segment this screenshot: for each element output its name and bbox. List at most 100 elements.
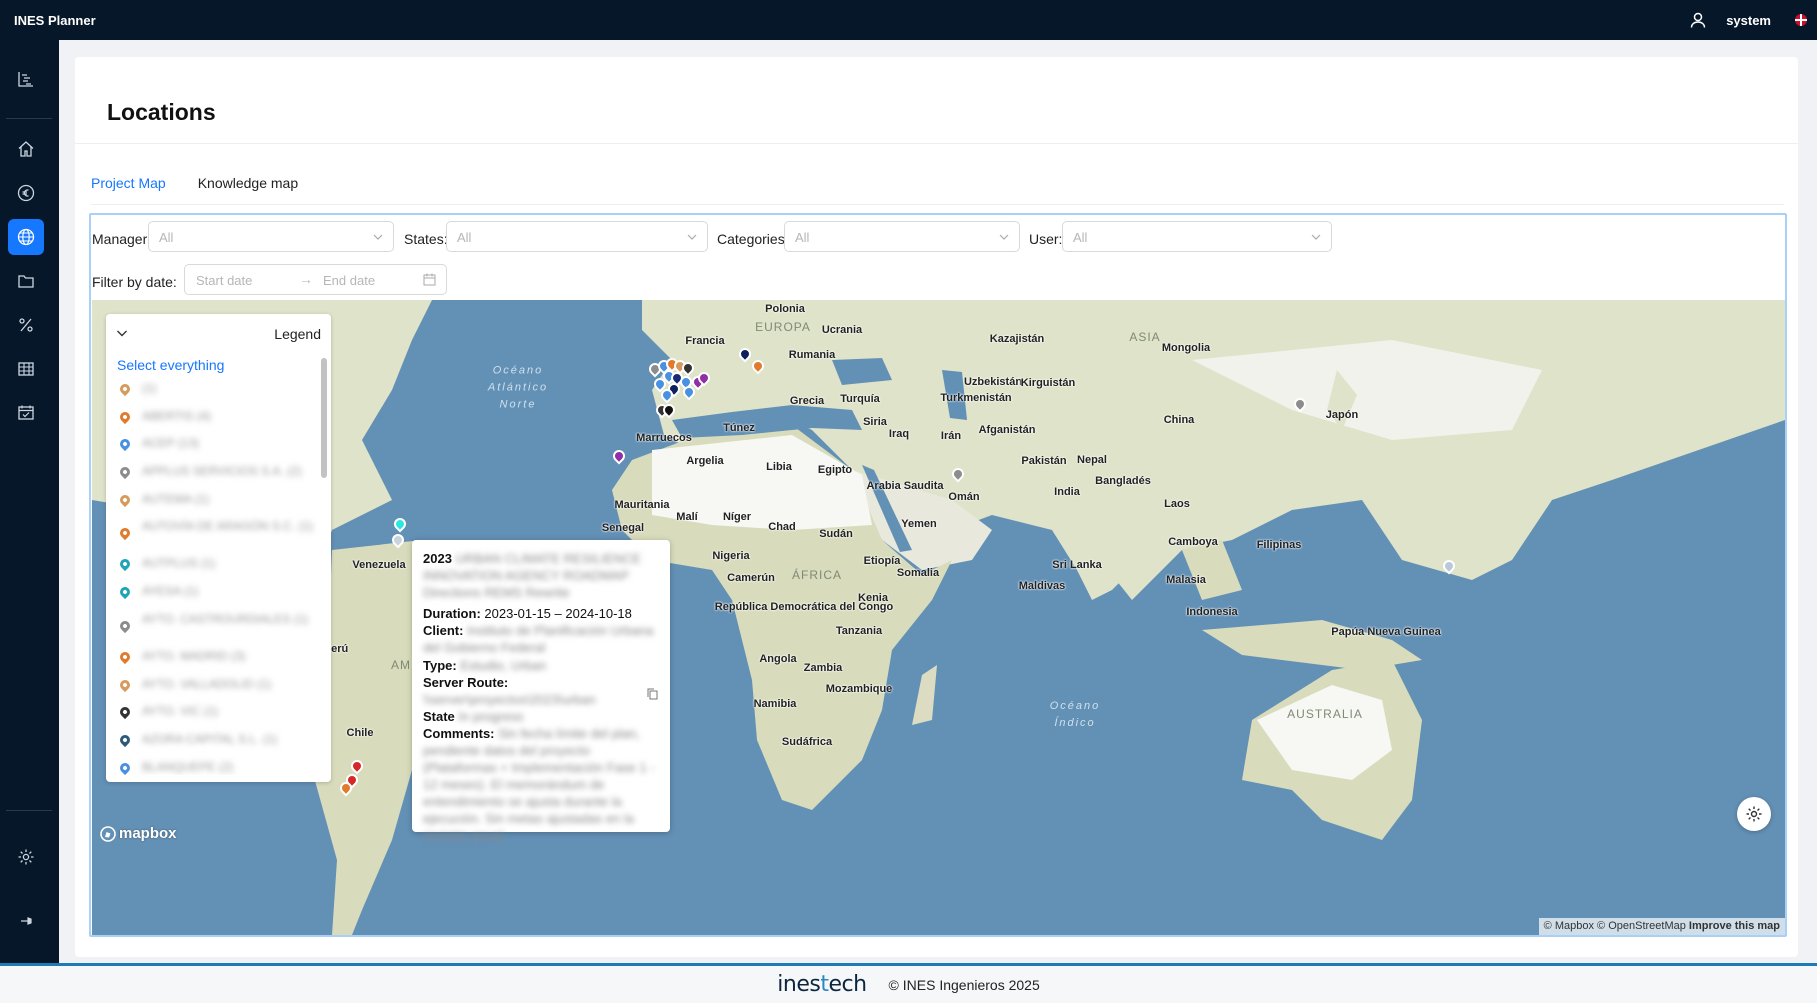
legend-item[interactable]: AZORA CAPITAL S.L. (1) — [118, 731, 318, 759]
legend-item-label: AYTO. CASTROURDIALES (1) — [142, 611, 309, 626]
popup-route-label: Server Route: — [423, 675, 509, 690]
legend-item-label: AUTEMA (1) — [142, 491, 210, 506]
mapbox-logo[interactable]: mapbox — [100, 825, 177, 842]
top-bar: INES Planner system — [0, 0, 1817, 40]
tab-project-map[interactable]: Project Map — [91, 175, 166, 215]
date-filter-label: Filter by date: — [92, 274, 177, 290]
legend-item[interactable]: BLANQUEPE (2) — [118, 759, 318, 775]
sidebar-settings-icon[interactable] — [8, 839, 44, 875]
country-label: Túnez — [723, 422, 755, 434]
popup-route-value: \\server\proyectos\2023\urban — [423, 692, 596, 707]
map-settings-button[interactable] — [1737, 797, 1771, 831]
popup-client-label: Client: — [423, 623, 464, 638]
copy-icon[interactable] — [647, 688, 658, 700]
country-label: Níger — [722, 511, 752, 523]
mapbox-logo-icon — [100, 825, 116, 842]
sidebar-folder-icon[interactable] — [8, 263, 44, 299]
chevron-down-icon[interactable] — [116, 327, 128, 339]
legend-item[interactable]: AYTO. VIC (1) — [118, 703, 318, 731]
legend-item-label: AUTPLUS (1) — [142, 556, 216, 571]
select-everything-link[interactable]: Select everything — [117, 357, 224, 373]
ocean-label-indian: Océano Índico — [1049, 700, 1101, 729]
popup-project-name: URBAN CLIMATE RESILIENCE INNOVATION AGEN… — [423, 551, 641, 600]
popup-comments: Comments: Sin fecha límite del plan, pen… — [423, 725, 659, 844]
attribution-osm-link[interactable]: © OpenStreetMap — [1597, 920, 1686, 932]
sidebar-gantt-icon[interactable] — [8, 61, 44, 97]
map-pin-icon — [118, 677, 133, 692]
legend-item-label: (1) — [142, 381, 157, 395]
end-date-input[interactable]: End date — [323, 273, 375, 288]
legend-item[interactable]: ACEP (13) — [118, 435, 318, 463]
country-label: Camboya — [1168, 536, 1218, 548]
manager-select[interactable]: All — [148, 221, 394, 252]
popup-year: 2023 — [423, 551, 452, 566]
country-label: Venezuela — [352, 559, 406, 571]
popup-duration-label: Duration: — [423, 606, 481, 621]
country-label: Papúa Nueva Guinea — [1331, 626, 1441, 638]
categories-select[interactable]: All — [784, 221, 1020, 252]
country-label: Marruecos — [636, 432, 692, 444]
tab-knowledge-map[interactable]: Knowledge map — [198, 175, 298, 215]
legend-item[interactable]: (1) — [118, 380, 318, 408]
legend-item[interactable]: APPLUS SERVICIOS S.A. (2) — [118, 463, 318, 491]
legend-item[interactable]: AYESA (1) — [118, 583, 318, 611]
country-label: Rumania — [788, 349, 836, 361]
date-range-picker[interactable]: Start date → End date — [184, 264, 447, 295]
sidebar-home-icon[interactable] — [8, 131, 44, 167]
country-label: Chad — [768, 521, 796, 533]
legend-item[interactable]: AUTPLUS (1) — [118, 555, 318, 583]
popup-title: 2023 URBAN CLIMATE RESILIENCE INNOVATION… — [423, 550, 659, 601]
country-label: Laos — [1164, 498, 1190, 510]
popup-type: Type: Estudio, Urban — [423, 657, 546, 674]
categories-label: Categories: — [717, 231, 789, 247]
country-label: Zambia — [803, 662, 843, 674]
country-label: Turquía — [840, 393, 880, 405]
map-pin-icon — [118, 437, 133, 452]
map-legend: Legend Select everything (1) ABERTIS (4)… — [106, 314, 331, 782]
legend-item[interactable]: AYTO. VALLADOLID (1) — [118, 676, 318, 704]
sidebar-euro-icon[interactable] — [8, 175, 44, 211]
legend-item[interactable]: AYTO. MADRID (3) — [118, 648, 318, 676]
country-label: Kenia — [858, 592, 888, 604]
popup-state-value: In progress — [458, 709, 524, 724]
user-select-value: All — [1073, 230, 1088, 245]
states-select[interactable]: All — [446, 221, 708, 252]
improve-map-link[interactable]: Improve this map — [1689, 920, 1780, 932]
sidebar-globe-icon[interactable] — [8, 219, 44, 255]
map-pin-icon — [118, 557, 133, 572]
sidebar-table-icon[interactable] — [8, 351, 44, 387]
map-pin-icon — [118, 649, 133, 664]
legend-item-label: AYTO. VIC (1) — [142, 704, 219, 719]
popup-comments-label: Comments: — [423, 726, 495, 741]
legend-item[interactable]: AUTOVÍA DE ARAGÓN S.C. (1) — [118, 518, 318, 555]
country-label: Sri Lanka — [1052, 559, 1102, 571]
user-icon[interactable] — [1690, 12, 1706, 28]
country-label: Malasia — [1166, 574, 1206, 586]
legend-item-label: AYTO. MADRID (3) — [142, 648, 246, 663]
legend-item[interactable]: AUTEMA (1) — [118, 491, 318, 519]
world-map[interactable]: Océano Atlántico Norte Océano Índico Poloni… — [92, 300, 1785, 935]
legend-item[interactable]: ABERTIS (4) — [118, 408, 318, 436]
map-pin-icon — [118, 585, 133, 600]
sidebar-collapse-pin-icon[interactable] — [8, 903, 44, 939]
country-label: Somalia — [896, 567, 940, 579]
map-pin-icon — [118, 464, 133, 480]
country-label: Egipto — [817, 464, 853, 476]
map-pin-icon — [118, 705, 133, 720]
start-date-input[interactable]: Start date — [196, 273, 252, 288]
user-select[interactable]: All — [1062, 221, 1332, 252]
project-popup: 2023 URBAN CLIMATE RESILIENCE INNOVATION… — [412, 540, 670, 843]
map-pin-icon — [118, 732, 133, 747]
sidebar-divider — [6, 810, 52, 811]
language-flag-icon[interactable] — [1795, 14, 1807, 26]
map-attribution: © Mapbox © OpenStreetMap Improve this ma… — [1538, 918, 1785, 935]
username[interactable]: system — [1726, 13, 1771, 28]
country-label: Irán — [940, 430, 962, 442]
legend-scrollbar[interactable] — [321, 358, 327, 478]
legend-item[interactable]: AYTO. CASTROURDIALES (1) — [118, 611, 318, 648]
attribution-mapbox-link[interactable]: © Mapbox — [1544, 920, 1594, 932]
popup-state: State In progress — [423, 708, 523, 725]
sidebar-calendar-check-icon[interactable] — [8, 395, 44, 431]
legend-title: Legend — [274, 326, 321, 342]
sidebar-percent-icon[interactable] — [8, 307, 44, 343]
